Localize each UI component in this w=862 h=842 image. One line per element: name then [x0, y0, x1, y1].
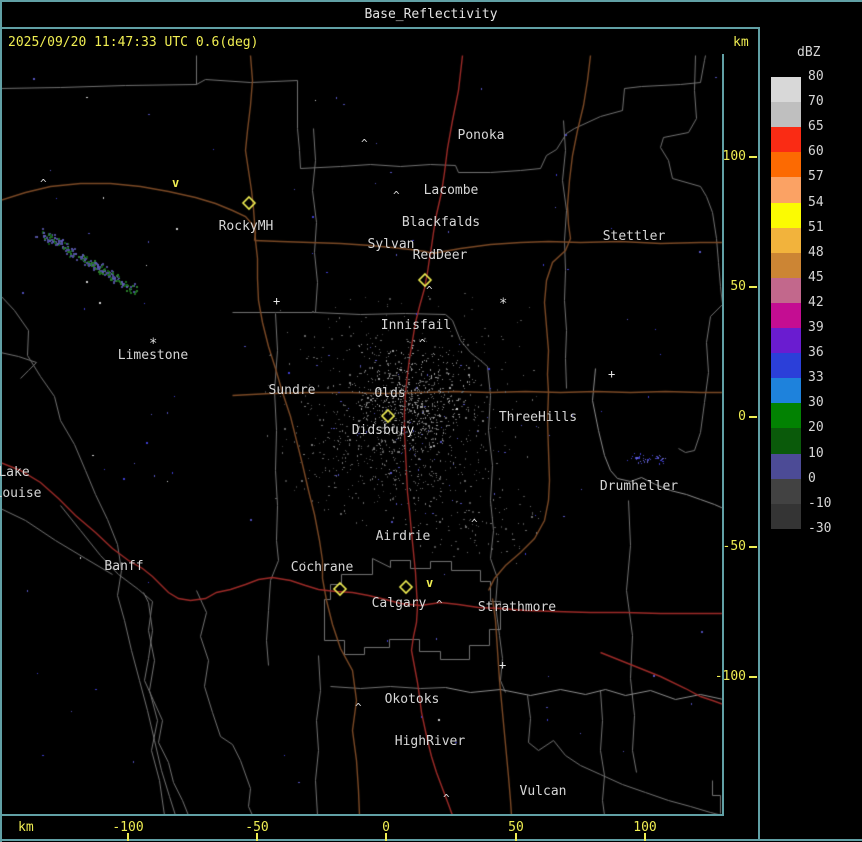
colorbar-value-label: 30	[808, 395, 824, 411]
colorbar-value-label: 60	[808, 144, 824, 160]
x-axis-tick-label: 0	[382, 820, 390, 835]
colorbar-value-label: -30	[808, 520, 832, 536]
colorbar-swatch	[771, 277, 801, 304]
panel-divider	[758, 27, 760, 841]
y-axis-tick-label: -50	[722, 539, 746, 554]
colorbar-swatch	[771, 453, 801, 480]
colorbar-swatch	[771, 353, 801, 379]
colorbar-value-label: 54	[808, 194, 824, 210]
y-axis-tick	[749, 156, 757, 158]
status-bar: 2025/09/20 11:47:33 UTC 0.6(deg) km	[0, 29, 862, 54]
y-axis-tick	[749, 546, 757, 548]
colorbar-value-label: 51	[808, 219, 824, 235]
colorbar-swatch	[771, 152, 801, 178]
colorbar-swatch	[771, 252, 801, 279]
colorbar-value-label: 70	[808, 94, 824, 110]
title-bar: Base_Reflectivity	[0, 0, 862, 27]
x-axis-tick-label: -100	[112, 820, 144, 835]
map-bottom-border	[0, 814, 724, 816]
colorbar-unit-label: dBZ	[797, 45, 821, 60]
range-unit-bottom: km	[18, 820, 34, 835]
colorbar-swatch	[771, 378, 801, 404]
colorbar-swatch	[771, 227, 801, 254]
colorbar-swatch	[771, 177, 801, 203]
scan-timestamp: 2025/09/20 11:47:33 UTC 0.6(deg)	[8, 35, 259, 50]
radar-display-window: Base_Reflectivity 2025/09/20 11:47:33 UT…	[0, 0, 862, 842]
colorbar-swatch	[771, 428, 801, 454]
colorbar-value-label: 33	[808, 370, 824, 386]
frame-bottom-border	[0, 839, 862, 841]
x-axis-tick-label: 50	[508, 820, 524, 835]
x-axis-tick-label: -50	[245, 820, 269, 835]
y-axis-tick-label: 0	[738, 409, 746, 424]
colorbar-value-label: 65	[808, 119, 824, 135]
colorbar-swatch	[771, 403, 801, 429]
y-axis-tick-label: 100	[722, 149, 746, 164]
window-title: Base_Reflectivity	[364, 7, 498, 22]
y-axis-tick	[749, 286, 757, 288]
colorbar-value-label: 48	[808, 244, 824, 260]
map-right-border	[722, 54, 724, 816]
colorbar-value-label: 80	[808, 69, 824, 84]
range-unit-top: km	[733, 35, 749, 50]
frame-left-border	[0, 0, 2, 842]
colorbar-value-label: 0	[808, 470, 816, 486]
colorbar-value-label: 57	[808, 169, 824, 185]
x-axis-tick-label: 100	[633, 820, 657, 835]
colorbar-swatch	[771, 77, 801, 103]
frame-top-border	[0, 0, 862, 2]
colorbar-value-label: 45	[808, 269, 824, 285]
colorbar-swatch	[771, 478, 801, 505]
colorbar-value-label: 10	[808, 445, 824, 461]
y-axis-tick	[749, 676, 757, 678]
colorbar-swatch	[771, 127, 801, 153]
colorbar-value-label: 42	[808, 294, 824, 310]
colorbar-swatch	[771, 302, 801, 329]
colorbar-swatch	[771, 503, 801, 530]
y-axis-tick-label: 50	[730, 279, 746, 294]
y-axis-tick-label: -100	[714, 669, 746, 684]
colorbar-value-label: 36	[808, 345, 824, 361]
colorbar-value-label: 39	[808, 320, 824, 335]
titlebar-separator	[0, 27, 760, 29]
colorbar-swatch	[771, 202, 801, 229]
colorbar-swatch	[771, 102, 801, 128]
colorbar-swatch	[771, 328, 801, 354]
colorbar-value-label: 20	[808, 420, 824, 436]
colorbar-value-label: -10	[808, 495, 832, 511]
y-axis-tick	[749, 416, 757, 418]
